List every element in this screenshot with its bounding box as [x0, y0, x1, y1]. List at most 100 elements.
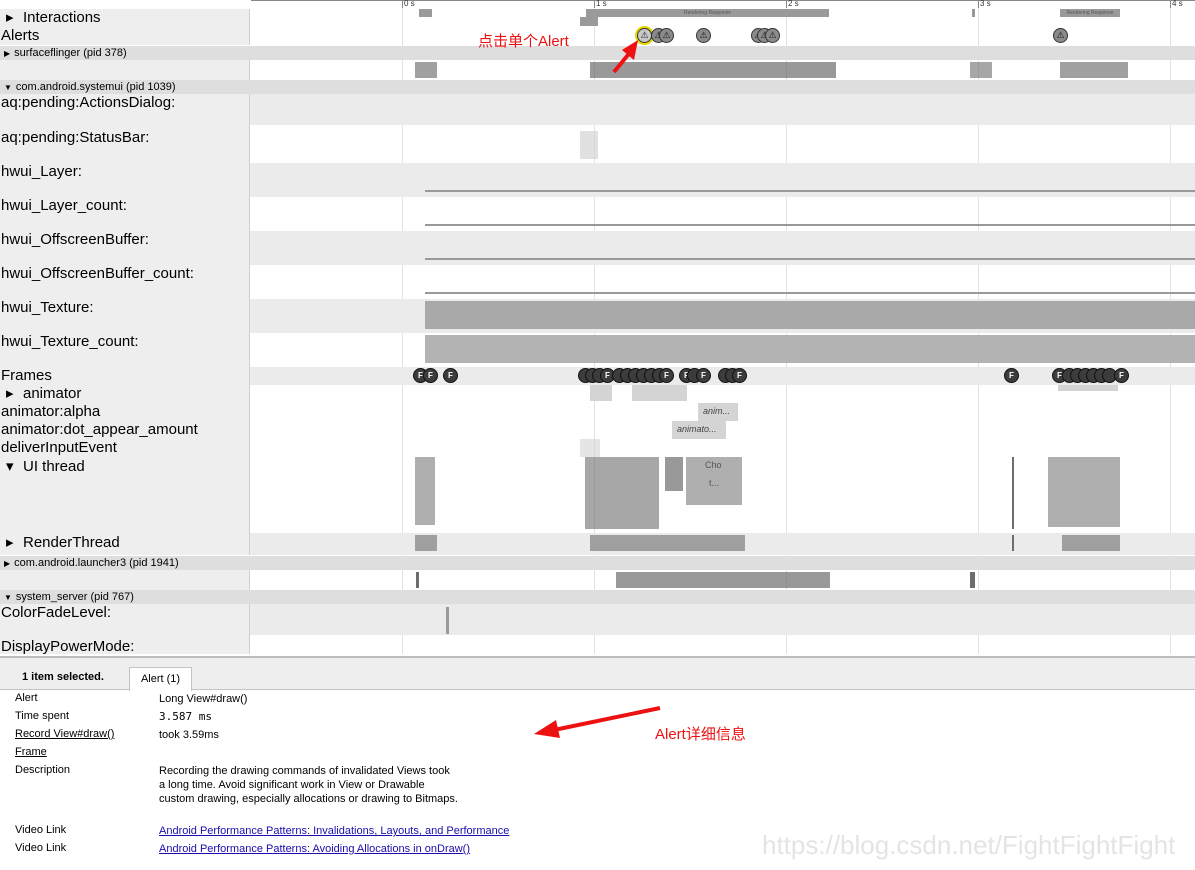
track-label: hwui_OffscreenBuffer_count: — [1, 265, 194, 282]
hwui-texture-count-track[interactable]: hwui_Texture_count: — [0, 333, 1195, 367]
animator-alpha-track[interactable]: animator:alpha anim... — [0, 403, 1195, 421]
description-text: Recording the drawing commands of invali… — [159, 765, 458, 805]
process-header-systemui[interactable]: ▼ com.android.systemui (pid 1039) — [0, 80, 1195, 94]
ruler-label-1: 1 s — [596, 0, 607, 8]
collapse-arrow-icon[interactable]: ▾ — [6, 458, 14, 476]
video-link-2[interactable]: Android Performance Patterns: Avoiding A… — [159, 842, 579, 856]
process-header-system-server[interactable]: ▼ system_server (pid 767) — [0, 590, 1195, 604]
time-ruler[interactable]: 0 s 1 s 2 s 3 s 4 s — [0, 0, 1195, 9]
counter-bar[interactable] — [446, 607, 449, 634]
interaction-slice[interactable] — [419, 9, 432, 17]
slice[interactable] — [970, 572, 975, 588]
display-power-track[interactable]: DisplayPowerMode: — [0, 635, 1195, 654]
slice[interactable] — [1058, 385, 1118, 391]
expand-arrow-icon[interactable]: ▸ — [6, 9, 14, 27]
track-label: animator:alpha — [1, 403, 101, 420]
track-label: animator — [23, 385, 82, 402]
track-label: aq:pending:StatusBar: — [1, 129, 150, 146]
alerts-label: Alerts — [1, 27, 40, 44]
frame-link[interactable]: Frame — [15, 746, 155, 758]
counter-area — [425, 335, 1195, 363]
process-header-surfaceflinger[interactable]: ▶ surfaceflinger (pid 378) — [0, 46, 1195, 60]
interaction-slice[interactable] — [972, 9, 975, 17]
alert-marker[interactable]: ⚠ — [1053, 28, 1068, 43]
slice-label: anim... — [703, 406, 731, 416]
frame-marker[interactable]: F — [443, 368, 458, 383]
slice-cluster[interactable] — [1060, 62, 1128, 78]
collapse-arrow-icon[interactable]: ▼ — [4, 83, 12, 92]
selection-count: 1 item selected. — [22, 671, 104, 683]
status-bar-track[interactable]: aq:pending:StatusBar: — [0, 125, 1195, 163]
hwui-texture-track[interactable]: hwui_Texture: — [0, 299, 1195, 333]
frames-track[interactable]: Frames F F F F F F F F F F — [0, 367, 1195, 385]
prop-key: Time spent — [15, 710, 70, 722]
slice-cluster[interactable] — [415, 62, 437, 78]
timeline-view[interactable]: 0 s 1 s 2 s 3 s 4 s ▸ Interactions Rende… — [0, 0, 1195, 654]
slice[interactable] — [416, 572, 419, 588]
ui-thread-track[interactable]: ▾ UI thread Cho t... — [0, 457, 1195, 533]
expand-arrow-icon[interactable]: ▸ — [6, 534, 14, 552]
alert-marker[interactable]: ⚠ — [765, 28, 780, 43]
process-title: com.android.systemui (pid 1039) — [15, 81, 176, 93]
hwui-layer-count-track[interactable]: hwui_Layer_count: — [0, 197, 1195, 231]
slice[interactable] — [590, 385, 612, 401]
color-fade-track[interactable]: ColorFadeLevel: — [0, 604, 1195, 635]
slice[interactable] — [1012, 535, 1014, 551]
slice-cluster[interactable] — [585, 457, 659, 529]
deliver-input-track[interactable]: deliverInputEvent — [0, 439, 1195, 457]
track-label: DisplayPowerMode: — [1, 638, 135, 654]
prop-value: 3.587 ms — [159, 710, 212, 723]
process-title: surfaceflinger (pid 378) — [14, 47, 127, 59]
record-draw-link[interactable]: Record View#draw() — [15, 728, 155, 740]
alert-marker[interactable]: ⚠ — [696, 28, 711, 43]
slice-cluster[interactable] — [1048, 457, 1120, 527]
frame-marker[interactable]: F — [732, 368, 747, 383]
slice-cluster[interactable] — [970, 62, 992, 78]
hwui-offscreen-count-track[interactable]: hwui_OffscreenBuffer_count: — [0, 265, 1195, 299]
launcher-track[interactable] — [0, 570, 1195, 590]
interaction-slice[interactable] — [580, 17, 598, 26]
interaction-slice[interactable]: Rendering Response — [586, 9, 829, 17]
frame-marker[interactable]: F — [1114, 368, 1129, 383]
slice[interactable] — [580, 439, 600, 457]
frame-marker[interactable]: F — [1004, 368, 1019, 383]
track-label: Frames — [1, 367, 52, 384]
slice-cluster[interactable] — [665, 457, 683, 491]
expand-arrow-icon[interactable]: ▶ — [4, 49, 10, 58]
track-label: ColorFadeLevel: — [1, 604, 112, 621]
track-label: deliverInputEvent — [1, 439, 117, 456]
slice-cluster[interactable] — [415, 535, 437, 551]
hwui-offscreen-track[interactable]: hwui_OffscreenBuffer: — [0, 231, 1195, 265]
tab-alert[interactable]: Alert (1) — [129, 667, 192, 691]
track-label: RenderThread — [23, 534, 120, 551]
render-thread-track[interactable]: ▸ RenderThread — [0, 533, 1195, 555]
animator-dot-track[interactable]: animator:dot_appear_amount animato... — [0, 421, 1195, 439]
panel-tab-bar: 1 item selected. Alert (1) — [0, 658, 1195, 691]
interactions-track[interactable]: ▸ Interactions Rendering Response Render… — [0, 9, 1195, 27]
slice-cluster[interactable] — [590, 535, 745, 551]
slice-cluster[interactable] — [616, 572, 830, 588]
collapse-arrow-icon[interactable]: ▼ — [4, 593, 12, 602]
alerts-track[interactable]: Alerts ⚠ ⚠ ⚠ ⚠ ⚠ ⚠ ⚠ ⚠ — [0, 27, 1195, 45]
process-header-launcher[interactable]: ▶ com.android.launcher3 (pid 1941) — [0, 556, 1195, 570]
slice-cluster[interactable] — [1062, 535, 1120, 551]
frame-marker[interactable]: F — [696, 368, 711, 383]
slice[interactable] — [1012, 457, 1014, 529]
video-link-1[interactable]: Android Performance Patterns: Invalidati… — [159, 824, 579, 838]
counter-bar[interactable] — [580, 131, 598, 159]
expand-arrow-icon[interactable]: ▸ — [6, 385, 14, 403]
hwui-layer-track[interactable]: hwui_Layer: — [0, 163, 1195, 197]
frame-marker[interactable]: F — [423, 368, 438, 383]
actions-dialog-track[interactable]: aq:pending:ActionsDialog: — [0, 94, 1195, 125]
interaction-slice[interactable]: Rendering Response — [1060, 9, 1120, 17]
frame-marker[interactable]: F — [659, 368, 674, 383]
process-title: system_server (pid 767) — [15, 591, 134, 603]
counter-area — [425, 301, 1195, 329]
alert-marker[interactable]: ⚠ — [659, 28, 674, 43]
animator-track[interactable]: ▸ animator — [0, 385, 1195, 403]
surfaceflinger-track[interactable] — [0, 60, 1195, 80]
slice-cluster[interactable] — [415, 457, 435, 525]
counter-line — [425, 224, 1195, 226]
slice[interactable] — [632, 385, 687, 401]
expand-arrow-icon[interactable]: ▶ — [4, 559, 10, 568]
